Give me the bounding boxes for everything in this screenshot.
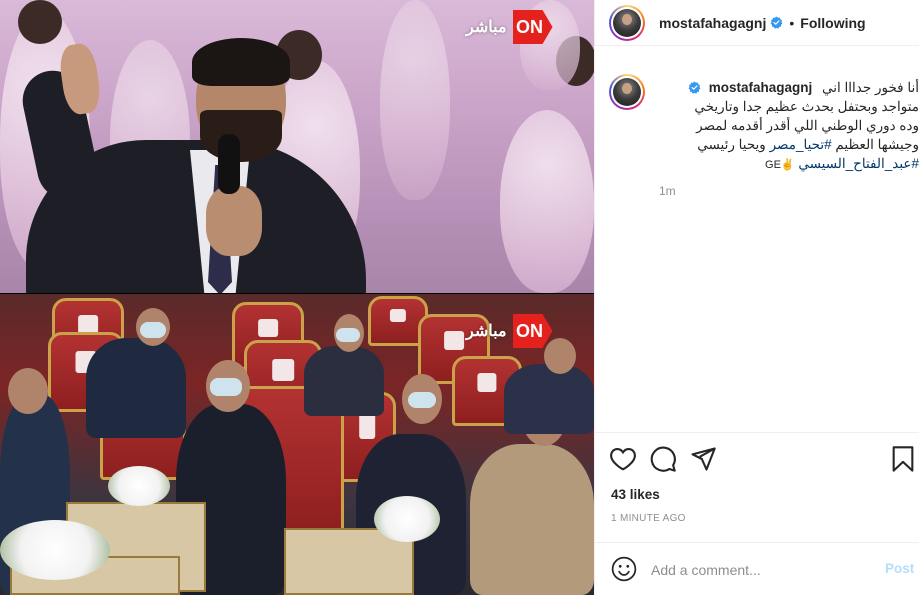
seat-badge: [272, 359, 294, 382]
caption-line-2: متواجد وبحتفل بحدث عظيم جدا وتاريخي: [694, 99, 919, 114]
comment-input[interactable]: [651, 559, 871, 581]
flower-arrangement: [374, 496, 440, 542]
flower-arrangement: [0, 520, 110, 580]
face-mask: [140, 322, 166, 338]
media-frame-audience: مباشر ON: [0, 294, 594, 595]
hashtag-link[interactable]: #تحيا_مصر: [770, 137, 832, 152]
caption-time[interactable]: 1m: [659, 184, 676, 198]
caption-line-4: وجيشها العظيم #تحيا_مصر ويحيا رئيسي: [657, 135, 919, 154]
caption-line-4-tail: ويحيا رئيسي: [697, 137, 766, 152]
avatar[interactable]: [609, 4, 645, 41]
singer-beard: [200, 110, 282, 162]
background-dancer: [380, 0, 450, 200]
header-username[interactable]: mostafahagagnj: [659, 15, 766, 31]
channel-badge: ON: [512, 314, 553, 348]
caption-line-1: أنا فخور جدااا اني: [822, 80, 919, 95]
audience-member-military: [470, 444, 594, 595]
channel-logo: مباشر ON: [466, 10, 553, 44]
channel-live-label: مباشر: [466, 323, 507, 340]
audience-member: [86, 338, 186, 438]
post-side-panel: mostafahagagnj • Following أنا فخور جداا…: [594, 0, 919, 595]
background-dancer: [500, 110, 594, 293]
caption-username[interactable]: mostafahagagnj: [709, 80, 813, 95]
verified-badge-icon: [688, 81, 701, 94]
microphone: [218, 134, 240, 194]
avatar-image: [613, 78, 641, 106]
audience-head: [8, 368, 48, 414]
audience-member: [304, 346, 384, 416]
post-button[interactable]: Post: [885, 561, 914, 576]
caption-line-5: #عبد_الفتاح_السيسي GE✌️: [657, 154, 919, 175]
seat-badge: [444, 331, 464, 351]
share-icon[interactable]: [689, 445, 717, 473]
bookmark-icon[interactable]: [889, 445, 917, 473]
caption-first-line: أنا فخور جدااا اني mostafahagagnj: [657, 78, 919, 97]
caption-text: أنا فخور جدااا اني mostafahagagnj متواجد…: [657, 78, 919, 175]
heart-icon[interactable]: [609, 445, 637, 473]
avatar-image: [613, 8, 641, 37]
hashtag-link[interactable]: #عبد_الفتاح_السيسي: [798, 156, 919, 171]
likes-count[interactable]: 43 likes: [611, 487, 660, 502]
caption-line-3: وده دوري الوطني اللي أقدر أقدمه لمصر: [696, 118, 919, 133]
caption-suffix: GE✌️: [765, 159, 795, 171]
face-mask: [336, 328, 360, 342]
seat-badge: [359, 413, 375, 439]
verified-badge-icon: [770, 16, 783, 29]
comment-bar: Post: [595, 542, 919, 595]
singer-hair: [192, 38, 290, 86]
channel-live-label: مباشر: [466, 19, 507, 36]
caption-avatar[interactable]: [609, 74, 645, 110]
audience-member: [504, 364, 594, 434]
channel-badge: ON: [512, 10, 553, 44]
flower-arrangement: [108, 466, 170, 506]
media-frame-singer: مباشر ON: [0, 0, 594, 293]
post-header: mostafahagagnj • Following: [595, 0, 919, 46]
action-bar: [595, 432, 919, 484]
post-timestamp: 1 MINUTE AGO: [611, 513, 686, 524]
emoji-icon[interactable]: [611, 556, 637, 582]
channel-logo: مباشر ON: [466, 314, 553, 348]
post-media[interactable]: مباشر ON مباشر ON: [0, 0, 594, 595]
face-mask: [210, 378, 242, 396]
seat-badge: [477, 373, 497, 393]
background-dancer-head: [18, 0, 62, 44]
singer-mic-hand: [206, 186, 262, 256]
following-button[interactable]: Following: [800, 15, 865, 31]
caption-line-4-text: وجيشها العظيم: [835, 137, 919, 152]
separator-dot: •: [789, 14, 795, 31]
seat-badge: [258, 318, 278, 338]
seat-badge: [389, 308, 407, 322]
face-mask: [408, 392, 436, 408]
comment-icon[interactable]: [649, 445, 677, 473]
